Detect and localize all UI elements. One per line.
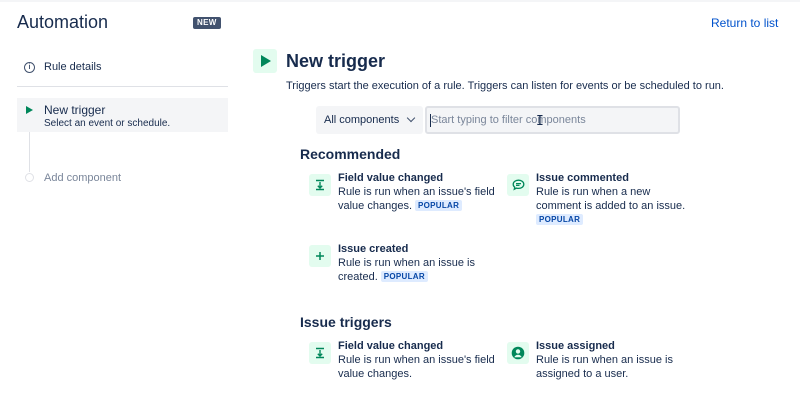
main-description: Triggers start the execution of a rule. … — [286, 80, 724, 92]
step-connector — [29, 132, 30, 172]
page-title: Automation — [17, 12, 109, 32]
component-description: Rule is run when an issue is assigned to… — [536, 354, 673, 380]
component-title: Field value changed — [338, 172, 444, 184]
section-title-issue-triggers: Issue triggers — [300, 314, 392, 330]
sidebar-divider — [17, 86, 228, 87]
popular-badge: POPULAR — [415, 200, 463, 211]
top-divider — [0, 0, 800, 2]
sidebar-item-new-trigger[interactable]: New trigger Select an event or schedule. — [17, 98, 228, 132]
component-description: Rule is run when a new comment is added … — [536, 186, 686, 225]
comment-icon — [507, 174, 529, 196]
sidebar-item-rule-details[interactable]: i Rule details — [24, 61, 101, 73]
trigger-play-icon — [253, 49, 277, 73]
return-to-list-link[interactable]: Return to list — [711, 16, 778, 30]
sidebar-item-title: New trigger — [44, 103, 106, 117]
chevron-down-icon — [406, 113, 416, 123]
component-description: Rule is run when an issue is created. POP… — [338, 257, 475, 283]
plus-icon — [309, 245, 331, 267]
field-value-icon — [309, 174, 331, 196]
filter-components-input[interactable] — [425, 106, 680, 134]
sidebar-item-subtitle: Select an event or schedule. — [44, 118, 171, 129]
component-description: Rule is run when an issue's field value … — [338, 186, 495, 212]
popular-badge: POPULAR — [536, 214, 584, 225]
section-title-recommended: Recommended — [300, 146, 401, 162]
component-title: Issue created — [338, 243, 409, 255]
step-dot-icon — [25, 173, 34, 182]
sidebar-item-add-component[interactable]: Add component — [44, 172, 121, 184]
popular-badge: POPULAR — [380, 271, 428, 282]
main-title: New trigger — [286, 51, 386, 71]
play-icon — [26, 106, 33, 114]
new-badge: NEW — [193, 17, 221, 29]
select-value: All components — [324, 114, 400, 126]
component-title: Issue commented — [536, 172, 629, 184]
component-description: Rule is run when an issue's field value … — [338, 354, 495, 380]
text-caret — [430, 114, 431, 127]
field-value-icon — [309, 342, 331, 364]
info-icon: i — [24, 61, 35, 73]
sidebar-item-label: Rule details — [44, 61, 102, 73]
component-title: Field value changed — [338, 340, 444, 352]
user-icon — [507, 342, 529, 364]
ibeam-cursor-icon: I — [536, 114, 544, 129]
component-type-select[interactable]: All components — [316, 106, 423, 134]
component-title: Issue assigned — [536, 340, 615, 352]
